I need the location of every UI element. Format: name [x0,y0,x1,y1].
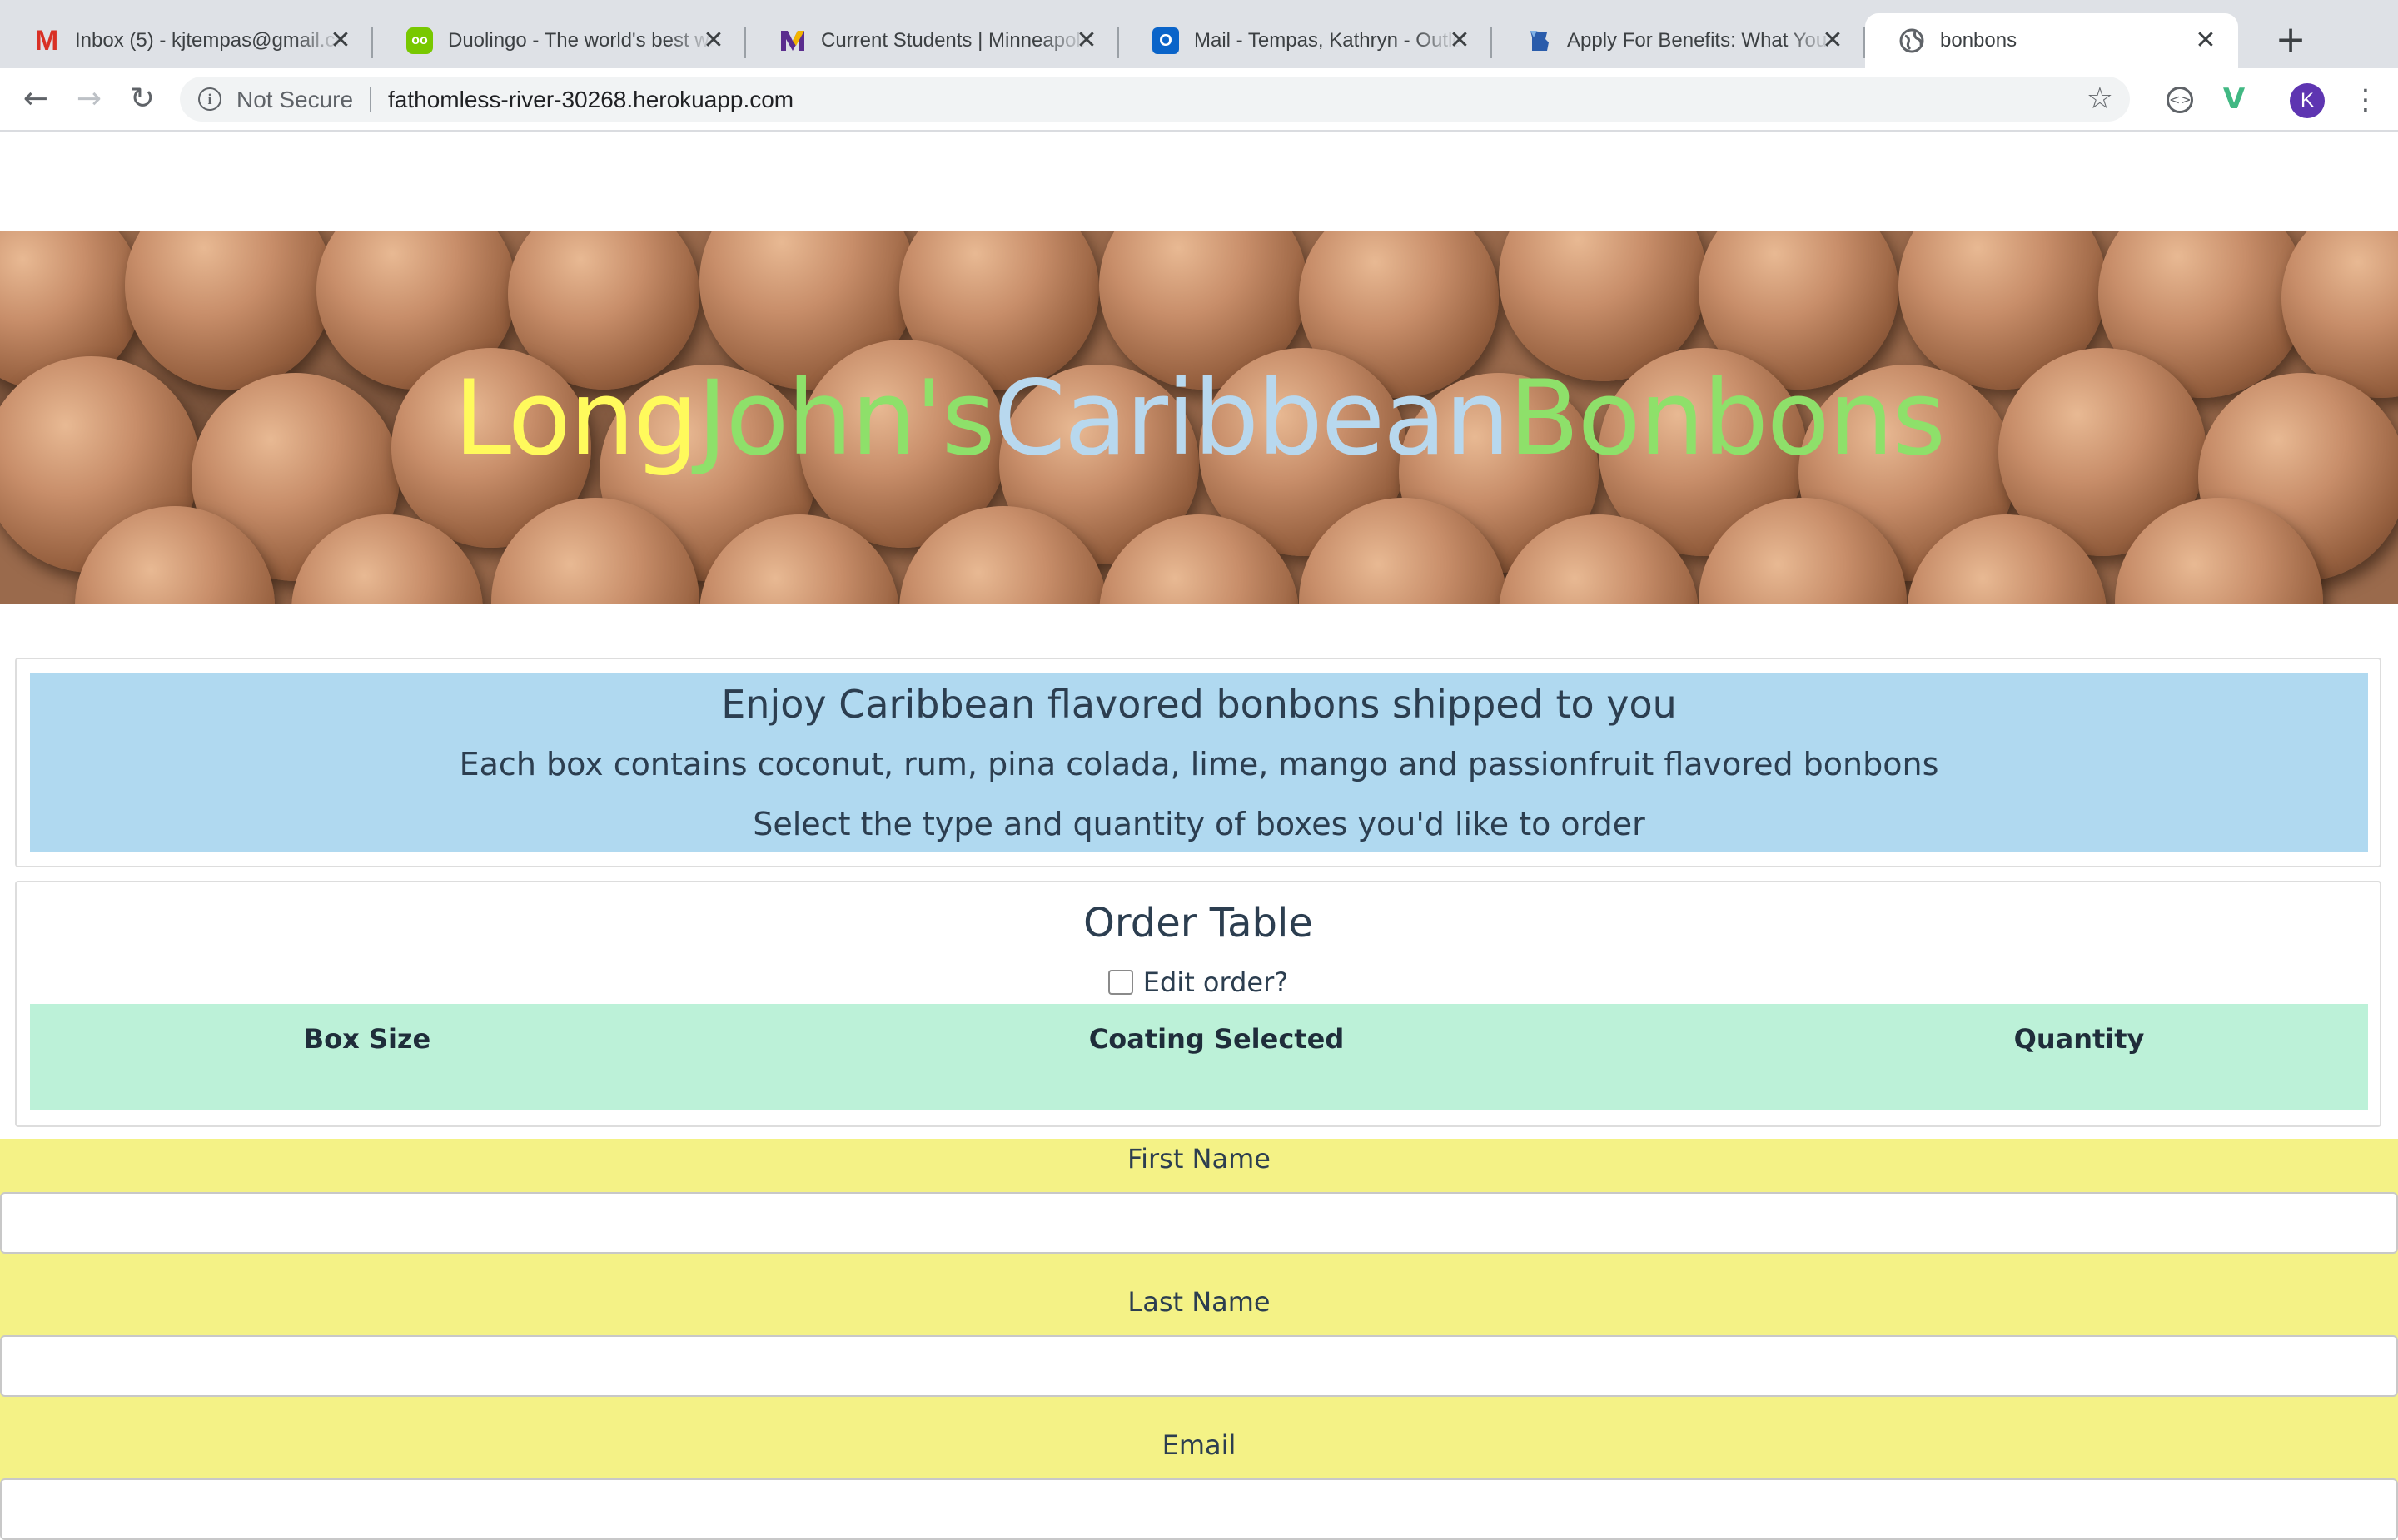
browser-toolbar: ← → ↻ i Not Secure fathomless-river-3026… [0,68,2398,132]
last-name-input[interactable] [0,1335,2398,1397]
tab-outlook[interactable]: O Mail - Tempas, Kathryn - Outlook ✕ [1119,13,1492,68]
column-header-coating: Coating Selected [1088,1023,1345,1055]
email-label: Email [1162,1429,1236,1461]
intro-box: Enjoy Caribbean flavored bonbons shipped… [30,673,2368,852]
info-icon[interactable]: i [198,87,221,111]
tab-apply-benefits[interactable]: Apply For Benefits: What You Need ✕ [1492,13,1865,68]
close-icon[interactable]: ✕ [328,28,353,53]
url-text[interactable]: fathomless-river-30268.herokuapp.com [388,87,794,113]
customer-form: First Name Last Name Email [0,1139,2398,1540]
order-table-panel: Order Table Edit order? Box Size Coating… [15,881,2381,1127]
hero-title-part: Bonbons [1508,359,1946,479]
browser-tab-strip: M Inbox (5) - kjtempas@gmail.com ✕ oo Du… [0,0,2398,68]
forward-arrow-icon[interactable]: → [70,80,108,118]
new-tab-button[interactable]: + [2271,22,2310,60]
minneapolis-college-icon [779,27,806,54]
vue-devtools-icon[interactable]: V [2220,85,2248,113]
column-header-quantity: Quantity [2013,1023,2145,1055]
order-table: Box Size Coating Selected Quantity [30,1004,2368,1110]
minnesota-icon [1525,27,1552,54]
tab-title: Mail - Tempas, Kathryn - Outlook [1194,29,1460,52]
edit-order-checkbox[interactable] [1107,970,1133,995]
edit-order-row: Edit order? [17,966,2380,999]
extension-icon[interactable]: <> [2167,87,2193,113]
first-name-input[interactable] [0,1192,2398,1254]
security-label[interactable]: Not Secure [236,87,353,113]
intro-heading: Enjoy Caribbean flavored bonbons shipped… [721,682,1677,727]
reload-icon[interactable]: ↻ [123,80,162,118]
globe-icon [1898,27,1925,54]
intro-instructions: Select the type and quantity of boxes yo… [753,806,1645,842]
bookmark-star-icon[interactable]: ☆ [2087,82,2113,116]
hero-banner: LongJohn'sCaribbeanBonbons [0,231,2398,604]
gmail-icon: M [34,24,59,57]
close-icon[interactable]: ✕ [1074,28,1099,53]
order-table-heading: Order Table [1083,900,1313,946]
close-icon[interactable]: ✕ [1447,28,1472,53]
tab-title: Inbox (5) - kjtempas@gmail.com [75,29,341,52]
edit-order-label[interactable]: Edit order? [1143,966,1288,998]
tab-title: Duolingo - The world's best way to learn [448,29,714,52]
omnibox-divider [370,87,371,112]
first-name-label: First Name [1127,1143,1271,1175]
close-icon[interactable]: ✕ [1820,28,1845,53]
tab-title: Current Students | Minneapolis College [821,29,1087,52]
hero-title: LongJohn'sCaribbeanBonbons [0,356,2398,481]
hero-title-part: John's [697,359,995,479]
profile-avatar[interactable]: K [2290,83,2325,118]
tab-duolingo[interactable]: oo Duolingo - The world's best way to le… [373,13,746,68]
tab-gmail[interactable]: M Inbox (5) - kjtempas@gmail.com ✕ [0,13,373,68]
tab-minneapolis-college[interactable]: Current Students | Minneapolis College ✕ [746,13,1119,68]
last-name-label: Last Name [1127,1286,1271,1318]
tab-bonbons[interactable]: bonbons ✕ [1865,13,2238,68]
intro-panel: Enjoy Caribbean flavored bonbons shipped… [15,658,2381,867]
close-icon[interactable]: ✕ [701,28,726,53]
column-header-box-size: Box Size [303,1023,431,1055]
hero-title-part: Caribbean [993,359,1510,479]
tab-title: bonbons [1940,29,2017,52]
more-menu-icon[interactable]: ⋮ [2351,83,2380,117]
hero-title-part: Long [454,359,699,479]
email-input[interactable] [0,1478,2398,1540]
close-icon[interactable]: ✕ [2193,28,2218,53]
back-arrow-icon[interactable]: ← [17,80,55,118]
tab-title: Apply For Benefits: What You Need [1567,29,1833,52]
intro-description: Each box contains coconut, rum, pina col… [459,746,1939,782]
duolingo-icon: oo [406,27,433,54]
address-bar[interactable]: i Not Secure fathomless-river-30268.hero… [180,77,2130,122]
outlook-icon: O [1152,27,1179,54]
